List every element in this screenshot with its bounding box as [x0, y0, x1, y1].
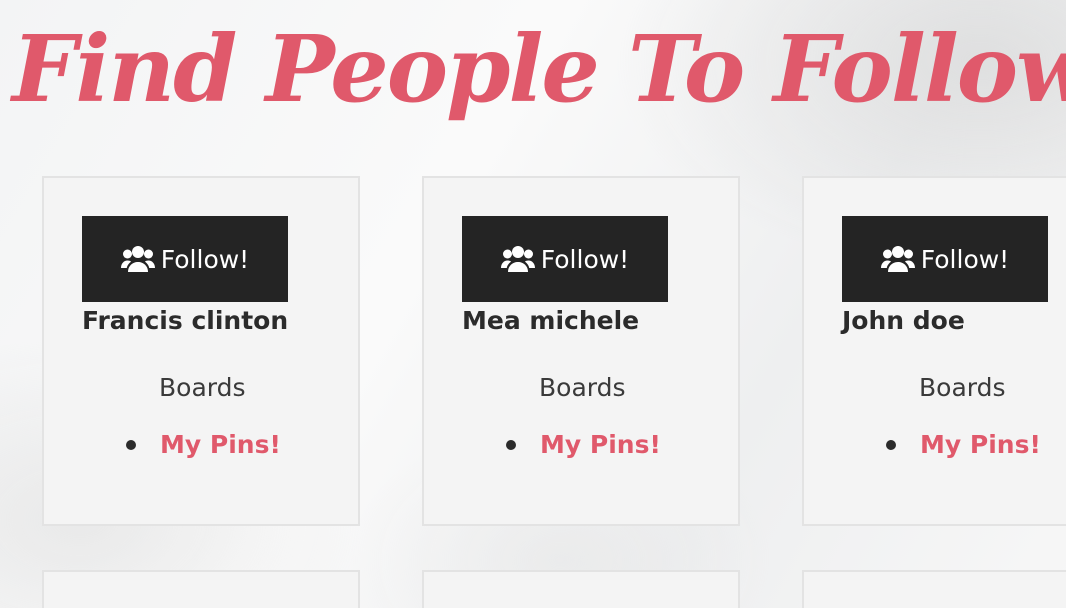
my-pins-link[interactable]: My Pins! [920, 430, 1041, 459]
user-name: John doe [842, 306, 965, 335]
follow-button[interactable]: Follow! [82, 216, 288, 302]
list-item: My Pins! [886, 430, 1041, 459]
user-card [422, 570, 740, 608]
user-card: Follow! Mea michele Boards My Pins! [422, 176, 740, 526]
pins-list: My Pins! [506, 430, 661, 459]
list-item: My Pins! [506, 430, 661, 459]
users-icon [120, 244, 155, 274]
users-icon [500, 244, 535, 274]
follow-label: Follow! [540, 244, 630, 274]
follow-label: Follow! [920, 244, 1010, 274]
user-card [802, 570, 1066, 608]
bullet-icon [126, 439, 136, 450]
user-card: Follow! John doe Boards My Pins! [802, 176, 1066, 526]
page-title: Find People To Follow [12, 15, 1066, 123]
my-pins-link[interactable]: My Pins! [160, 430, 281, 459]
boards-label: Boards [159, 373, 246, 402]
follow-button[interactable]: Follow! [842, 216, 1048, 302]
my-pins-link[interactable]: My Pins! [540, 430, 661, 459]
boards-label: Boards [539, 373, 626, 402]
bullet-icon [506, 439, 516, 450]
pins-list: My Pins! [126, 430, 281, 459]
bullet-icon [886, 439, 896, 450]
pins-list: My Pins! [886, 430, 1041, 459]
user-name: Mea michele [462, 306, 640, 335]
user-card: Follow! Francis clinton Boards My Pins! [42, 176, 360, 526]
list-item: My Pins! [126, 430, 281, 459]
users-icon [880, 244, 915, 274]
user-card [42, 570, 360, 608]
follow-button[interactable]: Follow! [462, 216, 668, 302]
follow-label: Follow! [160, 244, 250, 274]
boards-label: Boards [919, 373, 1006, 402]
user-name: Francis clinton [82, 306, 289, 335]
